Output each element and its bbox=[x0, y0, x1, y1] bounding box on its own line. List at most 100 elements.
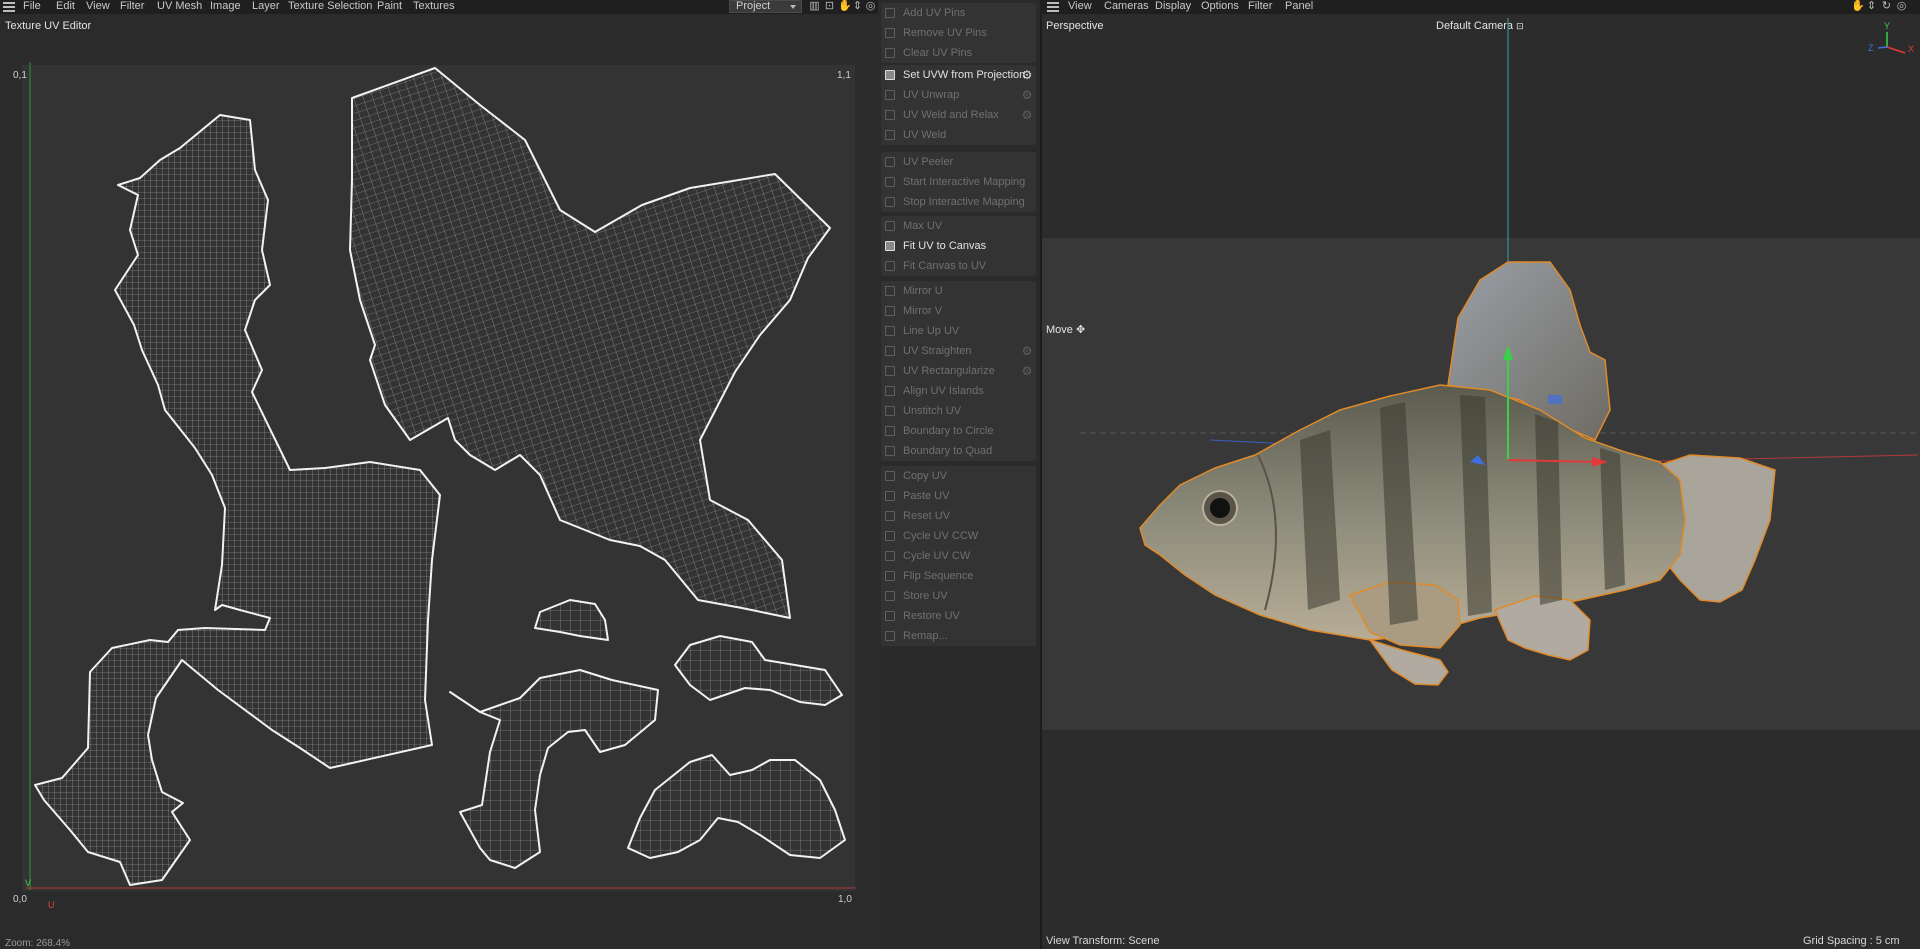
uv-rectangularize-icon bbox=[885, 366, 895, 376]
flip-sequence-icon bbox=[885, 571, 895, 581]
reset-uv-icon bbox=[885, 511, 895, 521]
uv-corner-top-right: 1,1 bbox=[837, 70, 851, 81]
remap-icon bbox=[885, 631, 895, 641]
tool-label: Restore UV bbox=[903, 610, 960, 622]
tool-label: Set UVW from Projection bbox=[903, 69, 1026, 81]
uv-unwrap-icon bbox=[885, 90, 895, 100]
boundary-to-quad-icon bbox=[885, 446, 895, 456]
tool-boundary-to-circle-button[interactable]: Boundary to Circle bbox=[881, 421, 1036, 441]
gear-icon[interactable]: ⚙ bbox=[1021, 109, 1033, 121]
tool-label: Boundary to Quad bbox=[903, 445, 993, 457]
tool-uv-weld-button[interactable]: UV Weld bbox=[881, 125, 1036, 145]
zoom-status: Zoom: 268.4% bbox=[5, 938, 71, 949]
tool-max-uv-button[interactable]: Max UV bbox=[881, 216, 1036, 236]
gear-icon[interactable]: ⚙ bbox=[1021, 89, 1033, 101]
tool-store-uv-button[interactable]: Store UV bbox=[881, 586, 1036, 606]
fit-uv-to-canvas-icon bbox=[885, 241, 895, 251]
remove-uv-pins-icon bbox=[885, 28, 895, 38]
tool-cycle-uv-cw-button[interactable]: Cycle UV CW bbox=[881, 546, 1036, 566]
uv-corner-top-left: 0,1 bbox=[13, 70, 27, 81]
tool-boundary-to-quad-button[interactable]: Boundary to Quad bbox=[881, 441, 1036, 461]
tool-reset-uv-button[interactable]: Reset UV bbox=[881, 506, 1036, 526]
tool-label: UV Straighten bbox=[903, 345, 972, 357]
cycle-uv-ccw-icon bbox=[885, 531, 895, 541]
tool-fit-canvas-to-uv-button[interactable]: Fit Canvas to UV bbox=[881, 256, 1036, 276]
tool-mirror-u-button[interactable]: Mirror U bbox=[881, 281, 1036, 301]
tool-paste-uv-button[interactable]: Paste UV bbox=[881, 486, 1036, 506]
uv-island-fin-small bbox=[534, 599, 609, 641]
tool-mirror-v-button[interactable]: Mirror V bbox=[881, 301, 1036, 321]
tool-label: UV Weld bbox=[903, 129, 947, 141]
tool-cycle-uv-ccw-button[interactable]: Cycle UV CCW bbox=[881, 526, 1036, 546]
uv-corner-bottom-right: 1,0 bbox=[838, 894, 852, 905]
align-uv-islands-icon bbox=[885, 386, 895, 396]
tool-restore-uv-button[interactable]: Restore UV bbox=[881, 606, 1036, 626]
tool-fit-uv-to-canvas-button[interactable]: Fit UV to Canvas bbox=[881, 236, 1036, 256]
store-uv-icon bbox=[885, 591, 895, 601]
tool-remove-uv-pins-button[interactable]: Remove UV Pins bbox=[881, 23, 1036, 43]
tool-label: Remap... bbox=[903, 630, 948, 642]
uv-peeler-icon bbox=[885, 157, 895, 167]
start-interactive-mapping-icon bbox=[885, 177, 895, 187]
gear-icon[interactable]: ⚙ bbox=[1021, 69, 1033, 81]
uv-straighten-icon bbox=[885, 346, 895, 356]
restore-uv-icon bbox=[885, 611, 895, 621]
tool-label: Store UV bbox=[903, 590, 948, 602]
tool-remap-button[interactable]: Remap... bbox=[881, 626, 1036, 646]
gear-icon[interactable]: ⚙ bbox=[1021, 365, 1033, 377]
uv-island-pectoral bbox=[674, 635, 843, 706]
tool-group: Max UV Fit UV to Canvas Fit Canvas to UV bbox=[881, 216, 1036, 276]
line-up-uv-icon bbox=[885, 326, 895, 336]
tool-clear-uv-pins-button[interactable]: Clear UV Pins bbox=[881, 43, 1036, 63]
clear-uv-pins-icon bbox=[885, 48, 895, 58]
uv-weld-icon bbox=[885, 130, 895, 140]
tool-label: Stop Interactive Mapping bbox=[903, 196, 1025, 208]
fit-canvas-to-uv-icon bbox=[885, 261, 895, 271]
move-gizmo-plane-handle bbox=[1548, 395, 1562, 404]
tool-uv-unwrap-button[interactable]: UV Unwrap ⚙ bbox=[881, 85, 1036, 105]
boundary-to-circle-icon bbox=[885, 426, 895, 436]
gizmo-x-label: X bbox=[1908, 44, 1914, 54]
tool-label: Fit Canvas to UV bbox=[903, 260, 987, 272]
gear-icon[interactable]: ⚙ bbox=[1021, 345, 1033, 357]
uv-axis-u-label: U bbox=[48, 900, 55, 910]
tool-label: Fit UV to Canvas bbox=[903, 240, 987, 252]
add-uv-pins-icon bbox=[885, 8, 895, 18]
tool-label: Mirror U bbox=[903, 285, 943, 297]
tool-line-up-uv-button[interactable]: Line Up UV bbox=[881, 321, 1036, 341]
tool-label: Flip Sequence bbox=[903, 570, 974, 582]
tool-uv-weld-and-relax-button[interactable]: UV Weld and Relax ⚙ bbox=[881, 105, 1036, 125]
tool-set-uvw-from-projection-button[interactable]: Set UVW from Projection ⚙ bbox=[881, 65, 1036, 85]
tool-uv-rectangularize-button[interactable]: UV Rectangularize ⚙ bbox=[881, 361, 1036, 381]
tool-label: UV Peeler bbox=[903, 156, 954, 168]
tool-label: UV Rectangularize bbox=[903, 365, 995, 377]
gizmo-z-label: Z bbox=[1868, 43, 1874, 53]
mirror-u-icon bbox=[885, 286, 895, 296]
mirror-v-icon bbox=[885, 306, 895, 316]
tool-label: Clear UV Pins bbox=[903, 47, 973, 59]
tool-copy-uv-button[interactable]: Copy UV bbox=[881, 466, 1036, 486]
tool-add-uv-pins-button[interactable]: Add UV Pins bbox=[881, 3, 1036, 23]
tool-label: Paste UV bbox=[903, 490, 950, 502]
tool-label: Add UV Pins bbox=[903, 7, 966, 19]
set-uvw-from-projection-icon bbox=[885, 70, 895, 80]
viewport-scene[interactable]: Y Z X bbox=[1040, 0, 1920, 949]
tool-start-interactive-mapping-button[interactable]: Start Interactive Mapping bbox=[881, 172, 1036, 192]
tool-group: Add UV Pins Remove UV Pins Clear UV Pins bbox=[881, 3, 1036, 63]
tool-label: UV Unwrap bbox=[903, 89, 960, 101]
tool-align-uv-islands-button[interactable]: Align UV Islands bbox=[881, 381, 1036, 401]
paste-uv-icon bbox=[885, 491, 895, 501]
tool-unstitch-uv-button[interactable]: Unstitch UV bbox=[881, 401, 1036, 421]
tool-label: UV Weld and Relax bbox=[903, 109, 999, 121]
gizmo-y-label: Y bbox=[1884, 21, 1890, 31]
tool-label: Max UV bbox=[903, 220, 943, 232]
tool-uv-peeler-button[interactable]: UV Peeler bbox=[881, 152, 1036, 172]
uv-mesh-view[interactable]: 0,1 1,1 0,0 1,0 V U bbox=[0, 0, 878, 949]
tool-group: Copy UV Paste UV Reset UV Cycle UV CCW Cycle… bbox=[881, 466, 1036, 646]
tool-flip-sequence-button[interactable]: Flip Sequence bbox=[881, 566, 1036, 586]
fish-model bbox=[1139, 261, 1776, 686]
tool-uv-straighten-button[interactable]: UV Straighten ⚙ bbox=[881, 341, 1036, 361]
tool-label: Reset UV bbox=[903, 510, 951, 522]
tool-stop-interactive-mapping-button[interactable]: Stop Interactive Mapping bbox=[881, 192, 1036, 212]
tool-group: UV Peeler Start Interactive Mapping Stop I… bbox=[881, 152, 1036, 212]
